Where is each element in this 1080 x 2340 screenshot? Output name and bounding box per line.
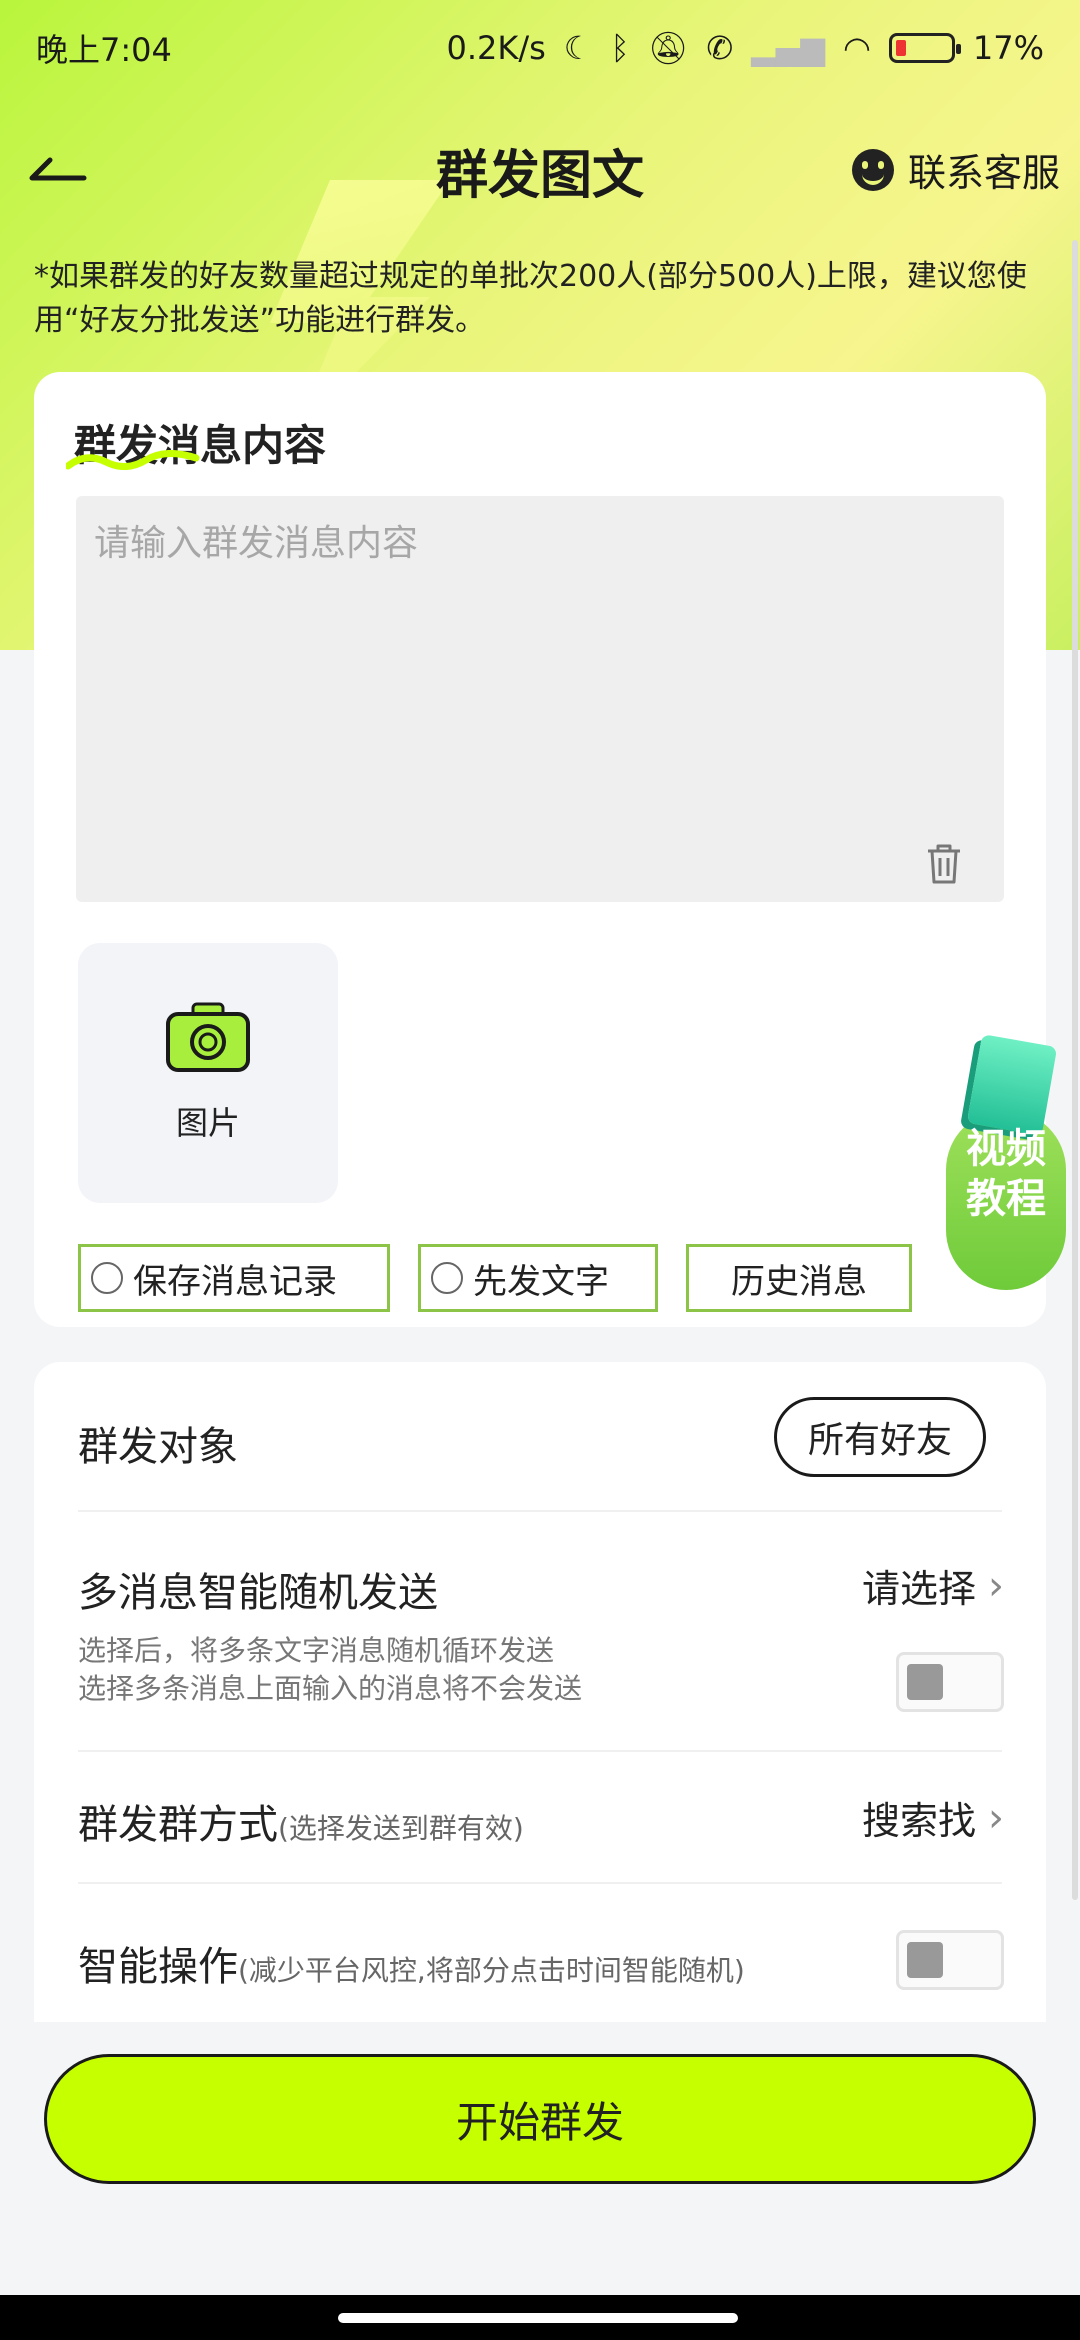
chevron-right-icon: › [988, 1794, 1004, 1841]
text-first-option[interactable]: 先发文字 [418, 1244, 658, 1312]
random-send-toggle[interactable] [896, 1652, 1004, 1712]
message-input[interactable] [76, 496, 1004, 902]
camera-icon [166, 1002, 250, 1072]
target-selector[interactable]: 所有好友 [774, 1397, 986, 1477]
page-title: 群发图文 [435, 145, 644, 206]
random-send-select[interactable]: 请选择 › [862, 1558, 1004, 1613]
call-off-icon: ✆ [706, 29, 734, 67]
smart-op-row: 智能操作(减少平台风控,将部分点击时间智能随机) [78, 1934, 1002, 1992]
radio-icon[interactable] [431, 1262, 463, 1294]
add-photo-button[interactable]: 图片 [78, 943, 338, 1203]
save-record-option[interactable]: 保存消息记录 [78, 1244, 390, 1312]
service-label: 联系客服 [907, 151, 1060, 195]
divider [78, 1882, 1002, 1884]
tutorial-label: 视频 教程 [966, 1126, 1046, 1222]
battery-level: 17% [972, 29, 1044, 67]
system-nav-bar [0, 2295, 1080, 2340]
random-send-label: 多消息智能随机发送 [78, 1570, 438, 1616]
contact-service-button[interactable]: 联系客服 [851, 142, 1060, 197]
scrollbar[interactable] [1072, 240, 1078, 1900]
smart-op-toggle[interactable] [896, 1930, 1004, 1990]
settings-card: 群发对象 所有好友 多消息智能随机发送 请选择 › 选择后，将多条文字消息随机循… [34, 1362, 1046, 2022]
underline-decoration [66, 450, 200, 470]
net-speed: 0.2K/s [446, 29, 546, 67]
history-message-button[interactable]: 历史消息 [686, 1244, 912, 1312]
wifi-icon: ◠ [842, 29, 871, 67]
status-bar: 晚上7:04 0.2K/s ☾ ᛒ 🔕︎ ✆ ▂▄▆ ◠ 17% [0, 0, 1080, 96]
target-label: 群发对象 [78, 1424, 238, 1470]
divider [78, 1750, 1002, 1752]
start-broadcast-button[interactable]: 开始群发 [44, 2054, 1036, 2184]
chevron-right-icon: › [988, 1562, 1004, 1609]
service-face-icon [851, 148, 894, 191]
moon-icon: ☾ [563, 29, 593, 67]
mute-bell-icon: 🔕︎ [647, 29, 689, 67]
battery-icon [888, 33, 961, 63]
video-tutorial-button[interactable]: 视频 教程 [946, 1034, 1070, 1290]
smart-op-label: 智能操作(减少平台风控,将部分点击时间智能随机) [78, 1944, 745, 1990]
book-icon [966, 1034, 1058, 1136]
back-arrow-icon[interactable] [28, 148, 88, 188]
group-method-select[interactable]: 搜索找 › [862, 1790, 1004, 1845]
photo-label: 图片 [175, 1104, 240, 1142]
toggle-knob [907, 1942, 943, 1978]
group-method-label: 群发群方式(选择发送到群有效) [78, 1802, 524, 1848]
home-handle[interactable] [338, 2313, 738, 2323]
batch-notice: *如果群发的好友数量超过规定的单批次200人(部分500人)上限，建议您使用“好… [34, 259, 1027, 338]
message-content-card: 群发消息内容 图片 保存消息记录 先发文字 历史消息 [34, 372, 1046, 1327]
bluetooth-icon: ᛒ [610, 29, 630, 67]
divider [78, 1510, 1002, 1512]
trash-icon[interactable] [924, 842, 964, 886]
toggle-knob [907, 1664, 943, 1700]
section-title-message: 群发消息内容 [66, 412, 326, 473]
status-time: 晚上7:04 [36, 31, 172, 69]
random-send-desc: 选择后，将多条文字消息随机循环发送 选择多条消息上面输入的消息将不会发送 [78, 1634, 583, 1705]
signal-icon: ▂▄▆ [751, 29, 825, 67]
option-row: 保存消息记录 先发文字 历史消息 [78, 1244, 912, 1312]
top-bar: 群发图文 联系客服 [0, 120, 1080, 220]
radio-icon[interactable] [91, 1262, 123, 1294]
